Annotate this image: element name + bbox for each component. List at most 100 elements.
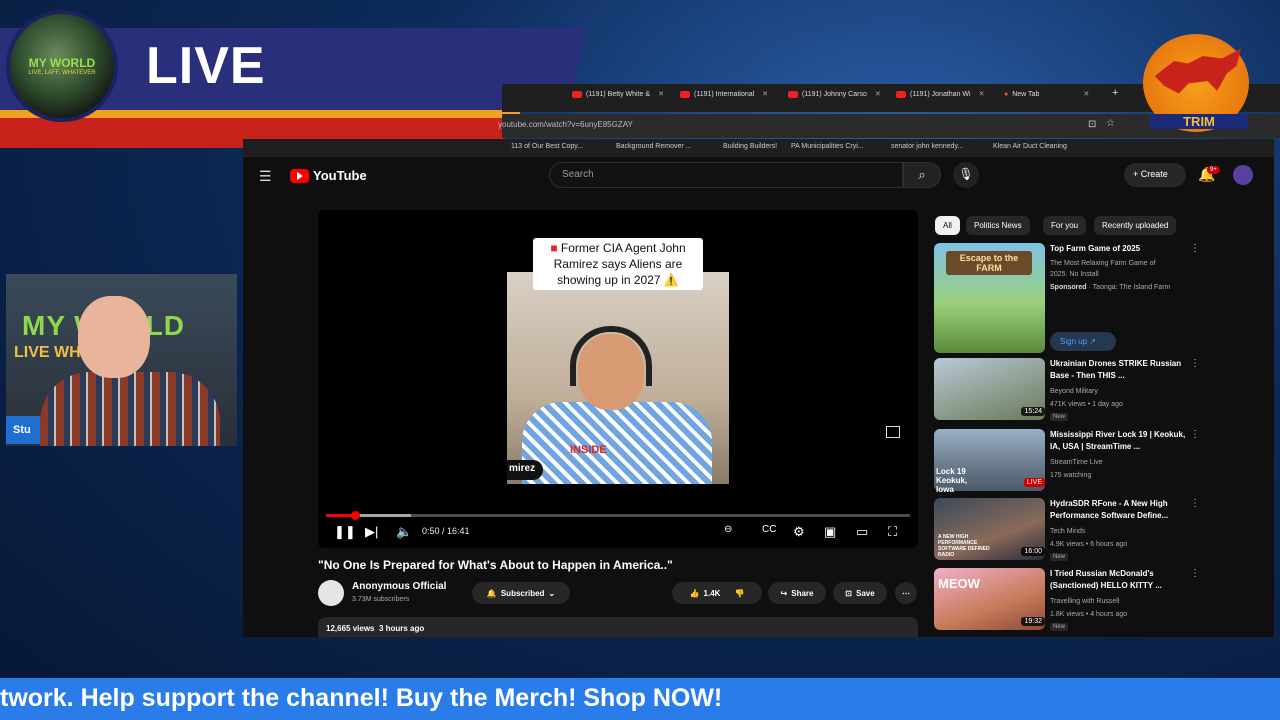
chip-recently-uploaded[interactable]: Recently uploaded xyxy=(1094,216,1177,235)
more-options-icon[interactable]: ⋮ xyxy=(1190,358,1200,369)
recommendation-thumbnail[interactable]: MEOW 19:32 xyxy=(934,568,1045,630)
channel-avatar[interactable] xyxy=(318,580,344,606)
save-button[interactable]: ⊡ Save xyxy=(833,582,887,604)
like-icon[interactable]: 👍 xyxy=(690,589,700,598)
youtube-favicon-icon xyxy=(896,90,906,98)
duration-badge: 16:00 xyxy=(1021,547,1045,556)
thumbnail-text: MEOW xyxy=(938,576,980,591)
recommendation-thumbnail[interactable]: A NEW HIGH PERFORMANCE SOFTWARE DEFINED … xyxy=(934,498,1045,560)
microphone-icon[interactable]: 🎙 xyxy=(953,162,979,188)
more-options-icon[interactable]: ⋮ xyxy=(1190,243,1200,254)
ad-description: The Most Relaxing Farm Game of 2025. No … xyxy=(1050,260,1156,278)
bookmark-item[interactable]: PA Municipalities Cryi... xyxy=(791,143,864,150)
subscribed-button[interactable]: 🔔 Subscribed ⌄ xyxy=(472,582,570,604)
thumbnail-text: Lock 19 Keokuk, Iowa xyxy=(936,467,968,494)
logo-text: MY WORLD xyxy=(28,56,96,70)
recommendation-channel[interactable]: Tech Minds xyxy=(1050,526,1085,537)
recommendation-title[interactable]: I Tried Russian McDonald's (Sanctioned) … xyxy=(1050,568,1190,592)
next-icon[interactable]: ▶| xyxy=(365,524,378,540)
bookmark-icon: ⊡ xyxy=(845,588,852,598)
youtube-favicon-icon xyxy=(788,90,798,98)
chip-all[interactable]: All xyxy=(935,216,960,235)
create-button[interactable]: + Create xyxy=(1124,163,1186,187)
new-badge: New xyxy=(1050,553,1069,561)
video-overlay-word: INSIDE xyxy=(570,444,607,456)
autoplay-toggle[interactable]: ⊖ xyxy=(724,524,732,535)
close-icon[interactable]: ✕ xyxy=(979,90,985,98)
close-icon[interactable]: ✕ xyxy=(875,90,881,98)
recommendation-thumbnail[interactable]: 15:24 xyxy=(934,358,1045,420)
youtube-favicon-icon xyxy=(572,90,582,98)
close-icon[interactable]: ✕ xyxy=(762,90,768,98)
pip-icon[interactable] xyxy=(886,426,900,438)
bookmark-item[interactable]: 113 of Our Best Copy... xyxy=(511,143,583,150)
search-icon[interactable]: ⌕ xyxy=(903,162,941,188)
share-button[interactable]: ↪ Share xyxy=(768,582,826,604)
bookmark-star-icon[interactable]: ☆ xyxy=(1106,118,1115,129)
recommendation-title[interactable]: HydraSDR RFone - A New High Performance … xyxy=(1050,498,1190,522)
sponsored-thumbnail[interactable]: Escape to the FARM xyxy=(934,243,1045,353)
dislike-icon[interactable]: 👎 xyxy=(734,589,744,598)
menu-icon[interactable]: ☰ xyxy=(259,168,272,185)
browser-tab[interactable]: (1191) Betty White & ✕ xyxy=(572,90,664,98)
captions-icon[interactable]: CC xyxy=(762,524,776,535)
bookmark-item[interactable]: senator john kennedy... xyxy=(891,143,963,150)
theater-mode-icon[interactable]: ▭ xyxy=(856,524,868,540)
browser-tab[interactable]: (1191) International ✕ xyxy=(680,90,768,98)
browser-tab-active[interactable]: ● New Tab ✕ xyxy=(1004,90,1089,99)
volume-icon[interactable]: 🔈 xyxy=(396,524,412,540)
recommendation-channel[interactable]: Beyond Military xyxy=(1050,386,1098,397)
url-text[interactable]: youtube.com/watch?v=6unyE85GZAY xyxy=(498,120,633,129)
account-avatar[interactable] xyxy=(1233,165,1253,185)
ad-meta: Sponsored · Taonga: The Island Farm xyxy=(1050,284,1171,291)
chevron-down-icon: ⌄ xyxy=(548,588,556,598)
alert-icon: ■ xyxy=(550,241,561,255)
recommendation-item[interactable]: A NEW HIGH PERFORMANCE SOFTWARE DEFINED … xyxy=(934,498,1204,562)
channel-name[interactable]: Anonymous Official xyxy=(352,581,446,592)
new-tab-button[interactable]: + xyxy=(1112,87,1118,99)
time-display: 0:50 / 16:41 xyxy=(422,526,470,536)
youtube-favicon-icon xyxy=(680,90,690,98)
bookmark-item[interactable]: Background Remover ... xyxy=(616,143,691,150)
bookmark-item[interactable]: Building Builders! xyxy=(723,143,777,150)
more-options-icon[interactable]: ⋮ xyxy=(1190,498,1200,509)
recommendation-thumbnail[interactable]: Lock 19 Keokuk, Iowa LIVE xyxy=(934,429,1045,494)
chip-politics-news[interactable]: Politics News xyxy=(966,216,1030,235)
recommendation-title[interactable]: Top Farm Game of 2025 xyxy=(1050,243,1190,255)
progress-bar[interactable] xyxy=(326,514,910,517)
like-dislike-buttons[interactable]: 👍 1.4K 👎 xyxy=(672,582,762,604)
bookmark-item[interactable]: Klean Air Duct Cleaning xyxy=(993,143,1067,150)
search-input[interactable]: Search xyxy=(549,162,903,188)
duration-badge: 19:32 xyxy=(1021,617,1045,626)
chip-for-you[interactable]: For you xyxy=(1043,216,1087,235)
live-label: LIVE xyxy=(146,37,266,95)
more-options-icon[interactable]: ⋮ xyxy=(1190,568,1200,579)
notification-count-badge: 9+ xyxy=(1207,166,1220,174)
browser-tab[interactable]: (1191) Johnny Carso ✕ xyxy=(788,90,881,98)
recommendation-item[interactable]: Lock 19 Keokuk, Iowa LIVE Mississippi Ri… xyxy=(934,429,1204,494)
pause-icon[interactable]: ❚❚ xyxy=(334,524,356,540)
recommendation-item[interactable]: 15:24 Ukrainian Drones STRIKE Russian Ba… xyxy=(934,358,1204,422)
description-box[interactable]: 12,665 views 3 hours ago xyxy=(318,617,918,637)
more-options-icon[interactable]: ⋮ xyxy=(1190,429,1200,440)
logo-subtext: LIVE, LAFF, WHATEVER xyxy=(28,70,96,76)
fullscreen-icon[interactable]: ⛶ xyxy=(888,524,897,540)
browser-tab[interactable]: (1191) Jonathan Wi ✕ xyxy=(896,90,984,98)
new-badge: New xyxy=(1050,413,1069,421)
recommendation-channel[interactable]: StreamTime Live xyxy=(1050,457,1103,468)
thumbnail-text: A NEW HIGH PERFORMANCE SOFTWARE DEFINED … xyxy=(938,534,990,558)
miniplayer-icon[interactable]: ▣ xyxy=(824,524,836,540)
recommendation-title[interactable]: Ukrainian Drones STRIKE Russian Base - T… xyxy=(1050,358,1190,382)
close-icon[interactable]: ✕ xyxy=(658,90,664,98)
settings-gear-icon[interactable]: ⚙ xyxy=(793,524,805,540)
install-icon[interactable]: ⊡ xyxy=(1088,119,1096,130)
recommendation-item[interactable]: MEOW 19:32 I Tried Russian McDonald's (S… xyxy=(934,568,1204,632)
recommendation-channel[interactable]: Travelling with Russell xyxy=(1050,596,1119,607)
more-actions-button[interactable]: ⋯ xyxy=(895,582,917,604)
sign-up-button[interactable]: Sign up ↗ xyxy=(1050,332,1116,351)
close-icon[interactable]: ✕ xyxy=(1083,90,1089,98)
recommendation-title[interactable]: Mississippi River Lock 19 | Keokuk, IA, … xyxy=(1050,429,1190,453)
youtube-logo[interactable]: YouTube xyxy=(290,168,367,183)
duration-badge: 15:24 xyxy=(1021,407,1045,416)
new-badge: New xyxy=(1050,623,1069,631)
